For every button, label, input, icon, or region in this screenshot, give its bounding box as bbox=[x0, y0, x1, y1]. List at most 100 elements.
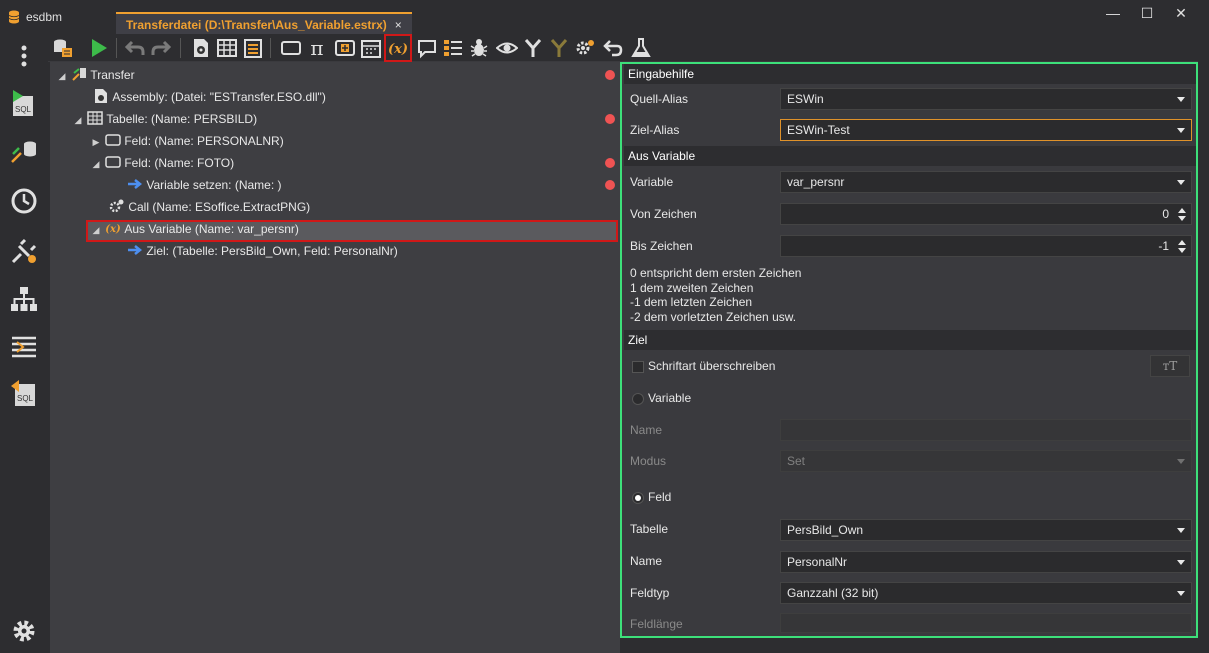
undo-icon[interactable] bbox=[124, 37, 146, 59]
tree-item-label: Aus Variable (Name: var_persnr) bbox=[124, 222, 299, 236]
add-field-icon[interactable] bbox=[334, 37, 356, 59]
tab-close-icon[interactable]: × bbox=[395, 18, 402, 32]
tabelle-select[interactable]: PersBild_Own bbox=[780, 519, 1192, 541]
database-logo-icon bbox=[8, 10, 20, 24]
tree-item-feld-personalnr[interactable]: ▶ Feld: (Name: PERSONALNR) bbox=[90, 130, 284, 152]
schriftart-label: Schriftart überschreiben bbox=[648, 359, 776, 373]
notes-icon[interactable] bbox=[242, 37, 264, 59]
ziel-alias-select[interactable]: ESWin-Test bbox=[780, 119, 1192, 141]
eye-icon[interactable] bbox=[495, 37, 519, 59]
app-name: esdbm bbox=[26, 10, 63, 24]
chevron-down-icon bbox=[1177, 459, 1185, 464]
sidebar: SQL SQL bbox=[0, 34, 48, 653]
chevron-down-icon bbox=[1177, 180, 1185, 185]
tree-item-label: Transfer bbox=[90, 68, 135, 82]
filter-branch-icon[interactable] bbox=[522, 37, 544, 59]
collapse-icon[interactable]: ◢ bbox=[90, 219, 102, 241]
transfer-tree: ◢ Transfer Assembly: (Datei: "ESTransfer… bbox=[50, 62, 620, 653]
chevron-down-icon bbox=[1177, 97, 1185, 102]
svg-text:(x): (x) bbox=[106, 224, 122, 235]
chevron-down-icon bbox=[1177, 591, 1185, 596]
gears-icon[interactable] bbox=[574, 37, 596, 59]
collapse-icon[interactable]: ◢ bbox=[72, 109, 84, 131]
chevron-down-icon bbox=[1177, 560, 1185, 565]
modus-label: Modus bbox=[630, 454, 667, 468]
svg-text:π: π bbox=[310, 37, 323, 59]
tree-item-feld-foto[interactable]: ◢ Feld: (Name: FOTO) bbox=[90, 152, 235, 175]
spin-down-icon[interactable] bbox=[1178, 248, 1186, 253]
tree-item-call[interactable]: Call (Name: ESoffice.ExtractPNG) bbox=[94, 196, 310, 218]
run-icon[interactable] bbox=[88, 37, 110, 59]
list-transfer-icon[interactable] bbox=[9, 332, 39, 362]
transfer-db-icon[interactable] bbox=[9, 138, 39, 168]
clock-icon[interactable] bbox=[9, 186, 39, 216]
tree-item-variable-setzen[interactable]: Variable setzen: (Name: ) bbox=[112, 174, 282, 196]
tree-item-transfer[interactable]: ◢ Transfer bbox=[56, 64, 135, 86]
tree-item-aus-variable[interactable]: ◢ (x) Aus Variable (Name: var_persnr) bbox=[90, 218, 299, 240]
tree-item-tabelle-persbild[interactable]: ◢ Tabelle: (Name: PERSBILD) bbox=[72, 108, 257, 130]
close-window-button[interactable]: ✕ bbox=[1166, 4, 1196, 22]
modus-select: Set bbox=[780, 450, 1192, 472]
field-icon[interactable] bbox=[280, 37, 302, 59]
table-icon[interactable] bbox=[216, 37, 238, 59]
tree-item-assembly[interactable]: Assembly: (Datei: "ESTransfer.ESO.dll") bbox=[78, 86, 326, 108]
minimize-button[interactable]: — bbox=[1098, 4, 1128, 22]
feldlaenge-label: Feldlänge bbox=[630, 617, 683, 631]
spin-up-icon[interactable] bbox=[1178, 208, 1186, 213]
quell-alias-label: Quell-Alias bbox=[630, 92, 689, 106]
branch-disabled-icon[interactable] bbox=[548, 37, 570, 59]
table-icon bbox=[87, 111, 104, 125]
field-icon bbox=[105, 156, 122, 168]
collapse-icon[interactable]: ◢ bbox=[56, 65, 68, 87]
feldtyp-select[interactable]: Ganzzahl (32 bit) bbox=[780, 582, 1192, 604]
return-icon[interactable] bbox=[602, 37, 624, 59]
hint-text: 0 entspricht dem ersten Zeichen 1 dem zw… bbox=[630, 266, 802, 324]
bug-icon[interactable] bbox=[468, 37, 490, 59]
expand-icon[interactable]: ▶ bbox=[90, 131, 102, 153]
quell-alias-select[interactable]: ESWin bbox=[780, 88, 1192, 110]
feld-name-select[interactable]: PersonalNr bbox=[780, 551, 1192, 573]
spin-up-icon[interactable] bbox=[1178, 240, 1186, 245]
connection-db-icon[interactable] bbox=[52, 37, 74, 59]
comment-icon[interactable] bbox=[416, 37, 438, 59]
redo-icon[interactable] bbox=[150, 37, 172, 59]
flask-icon[interactable] bbox=[630, 37, 652, 59]
collapse-icon[interactable]: ◢ bbox=[90, 153, 102, 175]
tab-transferdatei[interactable]: Transferdatei (D:\Transfer\Aus_Variable.… bbox=[116, 12, 412, 34]
tree-item-ziel[interactable]: Ziel: (Tabelle: PersBild_Own, Feld: Pers… bbox=[112, 240, 398, 262]
svg-text:SQL: SQL bbox=[15, 105, 32, 114]
plugin-settings-icon[interactable] bbox=[9, 236, 39, 266]
font-size-button[interactable]: тT bbox=[1150, 355, 1190, 377]
variable-icon: (x) bbox=[106, 224, 122, 235]
schriftart-checkbox[interactable] bbox=[632, 361, 644, 373]
formula-pi-icon[interactable]: π bbox=[306, 36, 328, 60]
variable-label: Variable bbox=[630, 175, 674, 189]
error-indicator bbox=[605, 158, 615, 168]
variable-icon[interactable]: (x) bbox=[384, 34, 412, 62]
radio-feld[interactable] bbox=[632, 492, 644, 504]
assembly-icon[interactable] bbox=[190, 37, 212, 59]
bis-zeichen-label: Bis Zeichen bbox=[630, 239, 693, 253]
variable-select[interactable]: var_persnr bbox=[780, 171, 1192, 193]
name-field-disabled bbox=[780, 419, 1192, 441]
list-icon[interactable] bbox=[442, 37, 464, 59]
arrow-icon bbox=[128, 245, 143, 255]
toolbar: π (x) bbox=[48, 34, 1198, 62]
tabelle-label: Tabelle bbox=[630, 522, 669, 536]
name-label-disabled: Name bbox=[630, 423, 663, 437]
radio-variable-label: Variable bbox=[648, 391, 692, 405]
von-zeichen-stepper[interactable]: 0 bbox=[780, 203, 1192, 225]
spin-down-icon[interactable] bbox=[1178, 216, 1186, 221]
sql-file-icon[interactable]: SQL bbox=[9, 378, 39, 408]
maximize-button[interactable]: ☐ bbox=[1132, 4, 1162, 22]
bis-zeichen-stepper[interactable]: -1 bbox=[780, 235, 1192, 257]
hierarchy-icon[interactable] bbox=[9, 284, 39, 314]
tab-title: Transferdatei (D:\Transfer\Aus_Variable.… bbox=[126, 18, 387, 32]
feldlaenge-field bbox=[780, 613, 1192, 633]
sql-run-icon[interactable]: SQL bbox=[9, 88, 39, 118]
calendar-icon[interactable] bbox=[360, 37, 382, 59]
radio-variable[interactable] bbox=[632, 393, 644, 405]
more-vertical-icon[interactable] bbox=[9, 42, 39, 72]
settings-gear-icon[interactable] bbox=[9, 616, 39, 646]
error-indicator bbox=[605, 114, 615, 124]
